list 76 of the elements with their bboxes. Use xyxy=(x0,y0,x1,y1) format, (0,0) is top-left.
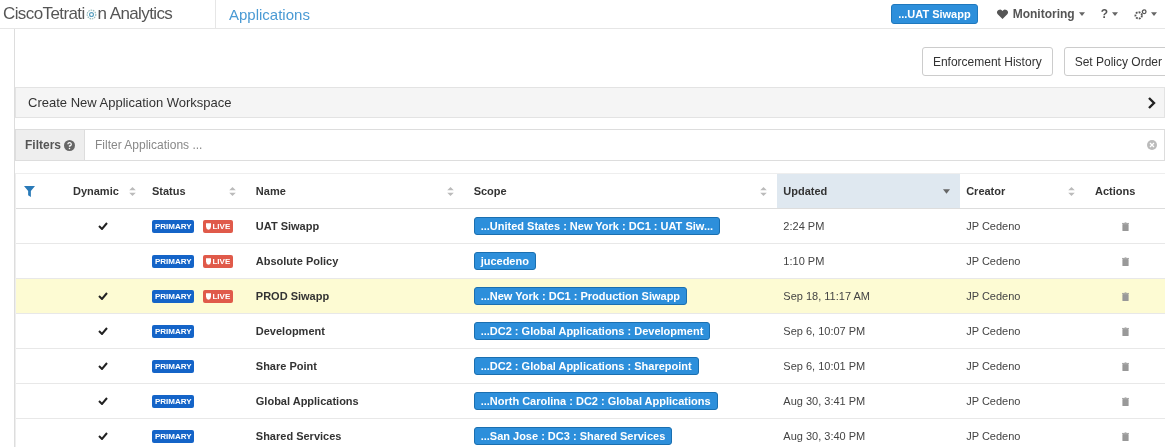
sort-icon xyxy=(760,186,768,196)
trash-icon[interactable] xyxy=(1121,291,1129,301)
primary-badge: PRIMARY xyxy=(151,219,195,233)
column-header[interactable]: Updated xyxy=(777,174,961,208)
updated-time: Aug 30, 3:41 PM xyxy=(783,395,866,407)
app-name: Shared Services xyxy=(255,430,342,442)
sort-icon xyxy=(128,186,136,196)
shield-icon xyxy=(206,222,212,230)
primary-badge: PRIMARY xyxy=(151,359,195,373)
table-row[interactable]: PRIMARY LIVE PROD Siwapp ...New York : DC1 : Production Siwapp Sep 18, 11:17 AM JP Cedeno xyxy=(16,279,1165,314)
creator-name: JP Cedeno xyxy=(966,220,1021,232)
app-name: PROD Siwapp xyxy=(255,290,330,302)
filter-icon[interactable] xyxy=(24,185,35,197)
updated-time: 1:10 PM xyxy=(783,255,825,267)
primary-badge: PRIMARY xyxy=(151,394,195,408)
column-header[interactable]: Creator xyxy=(960,174,1086,208)
app-name: Absolute Policy xyxy=(255,255,339,267)
live-badge: LIVE xyxy=(203,254,234,268)
shield-icon xyxy=(206,257,212,265)
menu-button[interactable]: ? xyxy=(1092,7,1126,21)
logo-text: n Analytics xyxy=(97,4,173,24)
live-badge: LIVE xyxy=(203,219,234,233)
create-workspace-bar[interactable]: Create New Application Workspace xyxy=(15,87,1165,118)
sort-icon xyxy=(228,186,236,196)
updated-time: Aug 30, 3:40 PM xyxy=(783,430,866,442)
sort-icon xyxy=(1068,186,1076,196)
trash-icon[interactable] xyxy=(1121,221,1129,231)
updated-time: Sep 6, 10:07 PM xyxy=(783,325,866,337)
caret-icon xyxy=(1112,12,1118,16)
page-title: Applications xyxy=(229,5,310,23)
shield-icon xyxy=(206,292,212,300)
action-button[interactable]: Set Policy Order xyxy=(1063,47,1165,76)
trash-icon[interactable] xyxy=(1121,431,1129,441)
settings-icon xyxy=(1134,8,1147,20)
trash-icon[interactable] xyxy=(1121,256,1129,266)
column-header[interactable]: Actions xyxy=(1085,174,1165,208)
caret-icon xyxy=(1151,12,1157,16)
primary-badge: PRIMARY xyxy=(151,429,195,443)
primary-badge: PRIMARY xyxy=(151,289,195,303)
column-header[interactable]: Scope xyxy=(463,174,778,208)
filters-text: Filters xyxy=(25,138,61,152)
clear-icon[interactable] xyxy=(1147,140,1157,150)
app-name: Development xyxy=(255,325,325,337)
sort-icon xyxy=(446,186,454,196)
column-header[interactable]: Name xyxy=(245,174,464,208)
fingerprint-icon xyxy=(85,8,97,20)
updated-time: Sep 6, 10:01 PM xyxy=(783,360,866,372)
live-badge: LIVE xyxy=(203,289,234,303)
app-name: UAT Siwapp xyxy=(255,220,320,232)
trash-icon[interactable] xyxy=(1121,361,1129,371)
trash-icon[interactable] xyxy=(1121,326,1129,336)
trash-icon[interactable] xyxy=(1121,396,1129,406)
column-header[interactable]: Dynamic xyxy=(60,174,146,208)
chevron-right-icon xyxy=(1148,96,1156,109)
primary-badge: PRIMARY xyxy=(151,324,195,338)
logo-text: CiscoTetrati xyxy=(3,4,85,24)
creator-name: JP Cedeno xyxy=(966,395,1021,407)
filter-field[interactable]: Filters Filter Applications ... xyxy=(15,129,1165,161)
creator-name: JP Cedeno xyxy=(966,290,1021,302)
menu-button[interactable]: Monitoring xyxy=(987,7,1093,21)
updated-time: 2:24 PM xyxy=(783,220,825,232)
app-name: Global Applications xyxy=(255,395,359,407)
caret-icon xyxy=(1078,12,1085,16)
column-header[interactable]: Status xyxy=(145,174,246,208)
heart-icon xyxy=(995,8,1009,20)
help-icon xyxy=(64,139,75,151)
creator-name: JP Cedeno xyxy=(966,255,1021,267)
create-workspace-label: Create New Application Workspace xyxy=(28,95,232,110)
updated-time: Sep 18, 11:17 AM xyxy=(783,290,870,302)
app-name: Share Point xyxy=(255,360,317,372)
action-button[interactable]: Enforcement History xyxy=(921,47,1053,76)
creator-name: JP Cedeno xyxy=(966,360,1021,372)
sort-desc-icon xyxy=(943,188,951,194)
creator-name: JP Cedeno xyxy=(966,325,1021,337)
primary-badge: PRIMARY xyxy=(151,254,195,268)
creator-name: JP Cedeno xyxy=(966,430,1021,442)
